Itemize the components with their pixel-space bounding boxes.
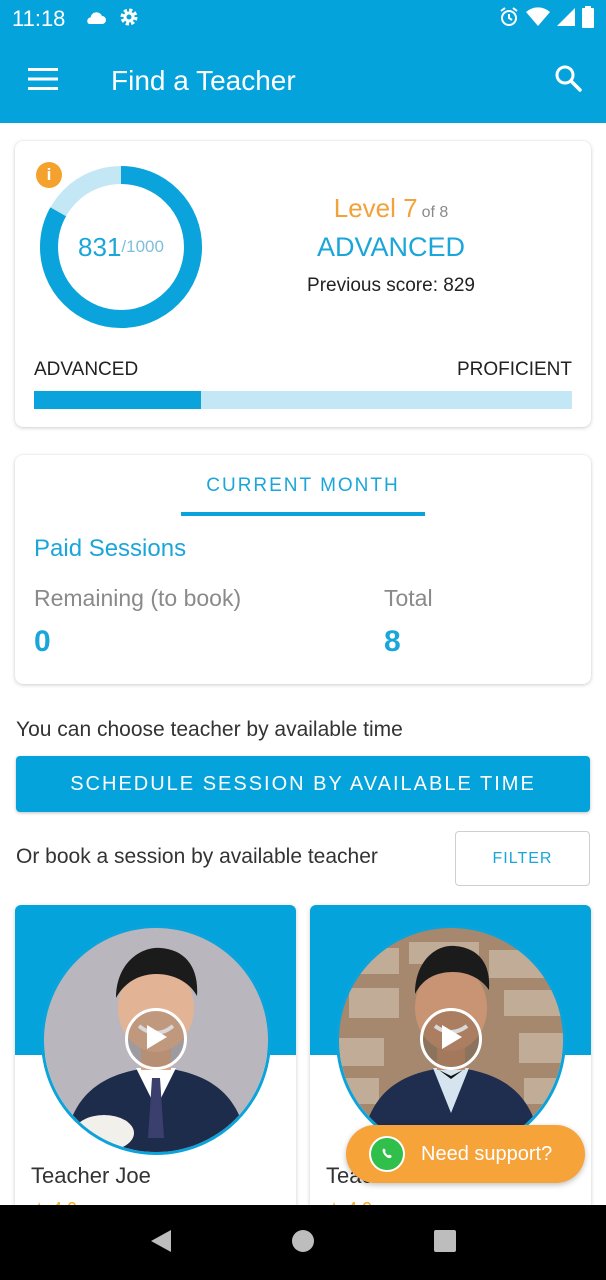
home-icon[interactable] — [291, 1229, 315, 1257]
need-support-button[interactable]: Need support? — [346, 1125, 585, 1183]
recents-icon[interactable] — [433, 1229, 457, 1257]
paid-sessions-title: Paid Sessions — [34, 535, 187, 562]
score-max: /1000 — [121, 237, 164, 256]
need-support-label: Need support? — [421, 1142, 553, 1165]
score-card: 831/1000 i Level 7 of 8 ADVANCED Previous… — [15, 141, 591, 427]
info-icon[interactable]: i — [36, 162, 62, 188]
wifi-icon — [526, 7, 550, 31]
level-value: Level 7 — [333, 193, 418, 223]
level-name: ADVANCED — [316, 232, 466, 262]
page-title: Find a Teacher — [111, 64, 296, 96]
menu-button[interactable] — [0, 38, 86, 123]
level-line: Level 7 of 8 — [215, 193, 567, 224]
menu-icon — [28, 67, 58, 94]
search-button[interactable] — [548, 60, 588, 100]
level-progress-fill — [34, 391, 201, 409]
cloud-icon — [83, 9, 107, 29]
app-bar: Find a Teacher — [0, 38, 606, 123]
progress-label-next: PROFICIENT — [456, 359, 572, 380]
system-nav-bar — [0, 1205, 606, 1280]
tab-current-month[interactable]: CURRENT MONTH — [181, 469, 425, 517]
score-label: 831/1000 — [37, 163, 205, 331]
gear-icon — [119, 7, 139, 31]
alarm-icon — [498, 6, 520, 32]
total-label: Total — [384, 585, 433, 611]
level-of: of 8 — [421, 204, 449, 221]
signal-icon — [556, 7, 576, 31]
book-by-teacher-text: Or book a session by available teacher — [16, 845, 378, 868]
whatsapp-icon — [369, 1136, 405, 1172]
search-icon — [554, 64, 582, 96]
schedule-session-button[interactable]: SCHEDULE SESSION BY AVAILABLE TIME — [16, 756, 590, 812]
score-value: 831 — [78, 231, 122, 262]
remaining-label: Remaining (to book) — [34, 585, 242, 611]
sessions-card: CURRENT MONTH Paid Sessions Remaining (t… — [15, 455, 591, 684]
teacher-name: Teacher Joe — [31, 1163, 151, 1188]
battery-icon — [582, 6, 594, 32]
choose-by-time-text: You can choose teacher by available time — [16, 718, 403, 741]
tab-indicator — [181, 512, 425, 516]
total-value: 8 — [384, 625, 401, 658]
remaining-value: 0 — [34, 625, 51, 658]
play-video-button[interactable] — [125, 1008, 187, 1070]
filter-button[interactable]: FILTER — [455, 831, 590, 886]
teacher-card[interactable]: Teacher Joe ★ 4.9 — [15, 905, 296, 1215]
previous-score: Previous score: 829 — [307, 275, 475, 296]
play-icon — [143, 1023, 169, 1055]
level-progress-bar — [34, 391, 572, 409]
play-video-button[interactable] — [420, 1008, 482, 1070]
back-icon[interactable] — [149, 1228, 173, 1258]
status-time: 11:18 — [12, 6, 66, 31]
status-bar: 11:18 — [0, 0, 606, 38]
play-icon — [438, 1023, 464, 1055]
progress-label-current: ADVANCED — [34, 359, 139, 380]
